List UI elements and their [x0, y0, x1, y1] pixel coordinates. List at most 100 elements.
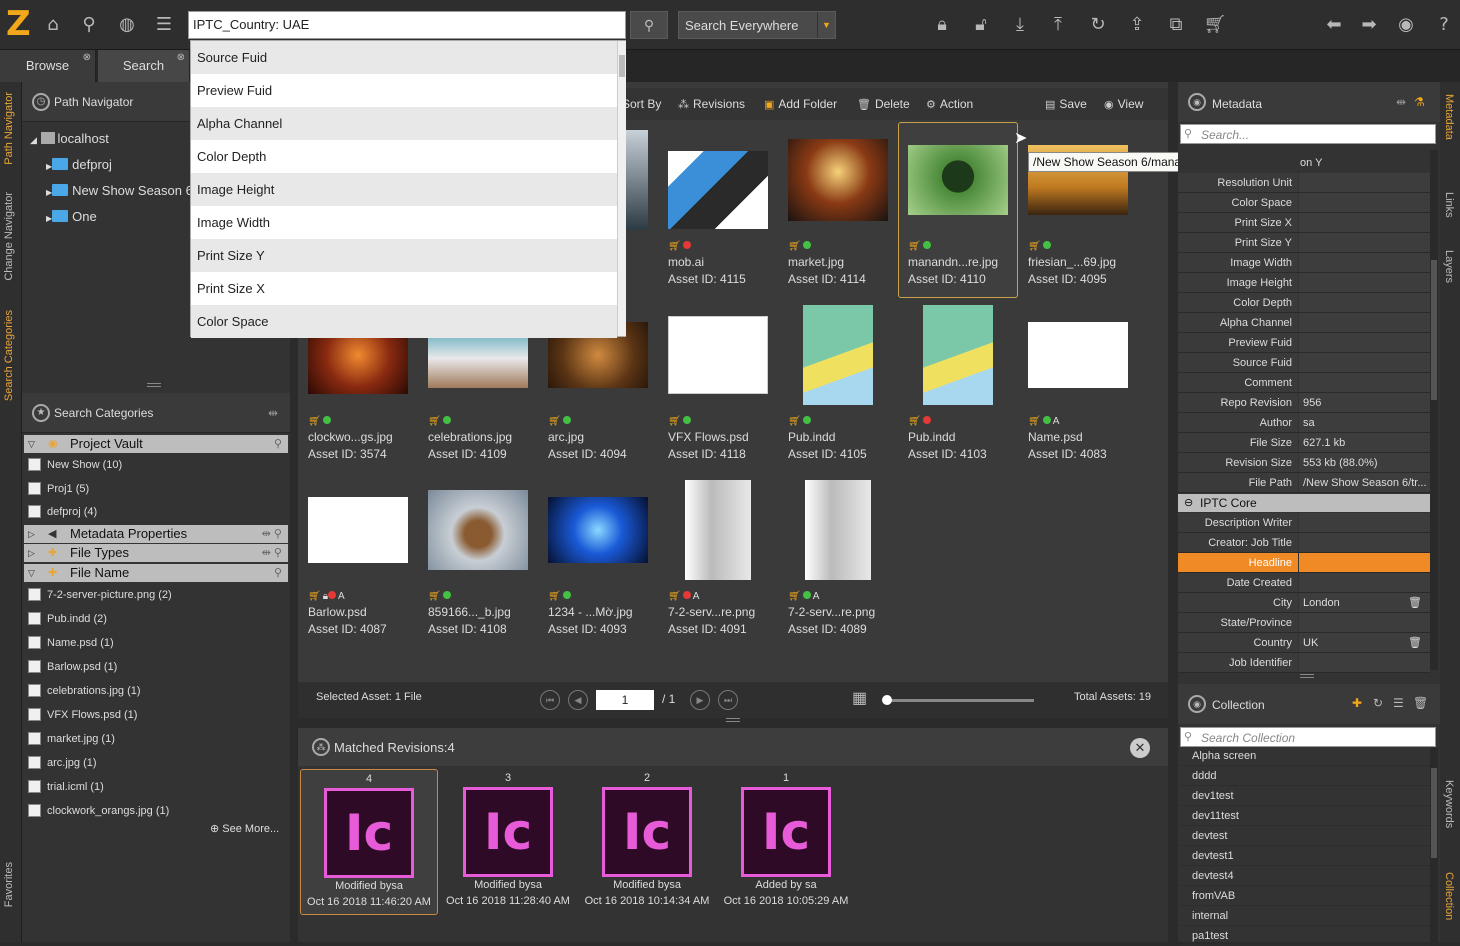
checkbox[interactable] — [28, 780, 41, 793]
search-icon[interactable]: ⚲ — [76, 12, 102, 38]
expand-icon[interactable]: ◢ — [30, 135, 37, 145]
collection-item[interactable]: devtest — [1180, 826, 1430, 846]
iptc-row[interactable]: State/Province — [1178, 613, 1430, 633]
close-icon[interactable]: ⊗ — [177, 51, 185, 65]
iptc-row[interactable]: Creator: Job Title — [1178, 533, 1430, 553]
page-input[interactable]: 1 — [596, 690, 654, 710]
collection-item[interactable]: dddd — [1180, 766, 1430, 786]
close-icon[interactable]: ⊗ — [83, 51, 91, 65]
list-icon[interactable]: ☰ — [151, 12, 177, 38]
view-button[interactable]: ◉ View — [1104, 88, 1143, 120]
checkbox[interactable] — [28, 804, 41, 817]
dropdown-scrollbar[interactable] — [617, 41, 626, 336]
upload-icon[interactable]: ⤒ — [1045, 12, 1071, 38]
metadata-value[interactable] — [1299, 293, 1430, 312]
metadata-value[interactable]: 627.1 kb — [1299, 433, 1430, 452]
revision-card[interactable]: 2 Ic Modified bysa Oct 16 2018 10:14:34 AM — [578, 769, 716, 915]
iptc-row[interactable]: Headline — [1178, 553, 1430, 573]
metadata-value[interactable] — [1299, 653, 1430, 672]
dropdown-item[interactable]: Source Fuid — [191, 41, 617, 74]
add-folder-button[interactable]: ▣ Add Folder — [764, 88, 837, 120]
globe-icon[interactable]: ◍ — [114, 12, 140, 38]
sort-by-button[interactable]: Sort By — [622, 88, 661, 120]
checkbox[interactable] — [28, 660, 41, 673]
asset-thumbnail[interactable] — [788, 480, 888, 580]
filter-search-icon[interactable]: ⇹ ⚲ — [262, 544, 282, 562]
category-item[interactable]: arc.jpg (1) — [28, 753, 97, 773]
see-more-link[interactable]: ⊕ See More... — [210, 822, 279, 835]
checkbox[interactable] — [28, 684, 41, 697]
metadata-row[interactable]: Image Height — [1178, 273, 1430, 293]
links-strip-label[interactable]: Links — [1443, 192, 1455, 218]
category-item[interactable]: Pub.indd (2) — [28, 609, 107, 629]
metadata-value[interactable] — [1299, 353, 1430, 372]
close-icon[interactable]: ✕ — [1130, 738, 1150, 758]
share-icon[interactable]: ⇪ — [1124, 12, 1150, 38]
iptc-row[interactable]: Description Writer — [1178, 513, 1430, 533]
dropdown-item[interactable]: Print Size Y — [191, 239, 617, 272]
dropdown-item[interactable]: Preview Fuid — [191, 74, 617, 107]
metadata-value[interactable] — [1299, 373, 1430, 392]
next-page-icon[interactable]: ▶ — [690, 690, 710, 710]
search-icon[interactable]: ⚲ — [274, 564, 282, 582]
metadata-row[interactable]: Repo Revision 956 — [1178, 393, 1430, 413]
trash-icon[interactable]: 🗑︎ — [1408, 593, 1422, 613]
metadata-row[interactable]: Source Fuid — [1178, 353, 1430, 373]
collection-strip-label[interactable]: Collection — [1443, 872, 1455, 920]
metadata-value[interactable] — [1299, 233, 1430, 252]
asset-thumbnail[interactable] — [788, 305, 888, 405]
metadata-value[interactable] — [1299, 193, 1430, 212]
checkbox[interactable] — [28, 708, 41, 721]
collection-scrollbar[interactable] — [1430, 748, 1438, 942]
asset-thumbnail[interactable] — [908, 130, 1008, 230]
metadata-value[interactable] — [1299, 613, 1430, 632]
collection-item[interactable]: pa1test — [1180, 926, 1430, 946]
metadata-row[interactable]: Print Size Y — [1178, 233, 1430, 253]
metadata-value[interactable] — [1299, 553, 1430, 572]
metadata-row[interactable]: Image Width — [1178, 253, 1430, 273]
splitter-handle[interactable] — [726, 718, 740, 722]
unlock-icon[interactable]: 🔓︎ — [968, 12, 994, 38]
forward-arrow-icon[interactable]: ➡ — [1356, 12, 1382, 38]
asset-thumbnail[interactable] — [788, 130, 888, 230]
action-button[interactable]: ⚙ Action — [926, 88, 973, 120]
dropdown-item[interactable]: Color Depth — [191, 140, 617, 173]
checkbox[interactable] — [28, 636, 41, 649]
collection-search-input[interactable]: Search Collection — [1180, 727, 1436, 747]
iptc-row[interactable]: Date Created — [1178, 573, 1430, 593]
collection-item[interactable]: fromVAB — [1180, 886, 1430, 906]
metadata-value[interactable] — [1299, 173, 1430, 192]
metadata-row[interactable]: Resolution Unit — [1178, 173, 1430, 193]
checkbox[interactable] — [28, 588, 41, 601]
dropdown-item[interactable]: Image Height — [191, 173, 617, 206]
asset-thumbnail[interactable] — [1028, 305, 1128, 405]
trash-icon[interactable]: 🗑︎ — [1413, 696, 1428, 710]
category-item[interactable]: Proj1 (5) — [28, 479, 89, 499]
metadata-row[interactable]: Color Space — [1178, 193, 1430, 213]
metadata-value[interactable] — [1299, 333, 1430, 352]
tree-node-defproj[interactable]: ▶ defproj — [46, 153, 112, 177]
tree-node-one[interactable]: ▶ One — [46, 205, 97, 229]
trash-icon[interactable]: 🗑︎ — [1408, 633, 1422, 653]
refresh-icon[interactable]: ↻ — [1373, 696, 1383, 710]
help-icon[interactable]: ? — [1431, 12, 1457, 38]
checkbox[interactable] — [28, 482, 41, 495]
last-page-icon[interactable]: ⏭ — [718, 690, 738, 710]
keywords-strip-label[interactable]: Keywords — [1443, 780, 1455, 828]
category-item[interactable]: celebrations.jpg (1) — [28, 681, 141, 701]
layers-strip-label[interactable]: Layers — [1443, 250, 1455, 283]
asset-thumbnail[interactable] — [668, 305, 768, 405]
category-metadata-properties[interactable]: ▷ ◀ Metadata Properties ⇹ ⚲ — [24, 525, 288, 543]
asset-thumbnail[interactable] — [428, 480, 528, 580]
splitter-handle[interactable] — [147, 383, 161, 387]
metadata-row[interactable]: Comment — [1178, 373, 1430, 393]
metadata-row[interactable]: Revision Size 553 kb (88.0%) — [1178, 453, 1430, 473]
asset-thumbnail[interactable] — [308, 480, 408, 580]
metadata-value[interactable]: 553 kb (88.0%) — [1299, 453, 1430, 472]
category-item[interactable]: defproj (4) — [28, 502, 97, 522]
collection-item[interactable]: devtest4 — [1180, 866, 1430, 886]
tab-browse[interactable]: Browse ⊗ — [0, 50, 96, 82]
download-icon[interactable]: ⤓ — [1007, 12, 1033, 38]
tree-node-localhost[interactable]: ◢ localhost — [30, 127, 109, 151]
category-item[interactable]: market.jpg (1) — [28, 729, 115, 749]
